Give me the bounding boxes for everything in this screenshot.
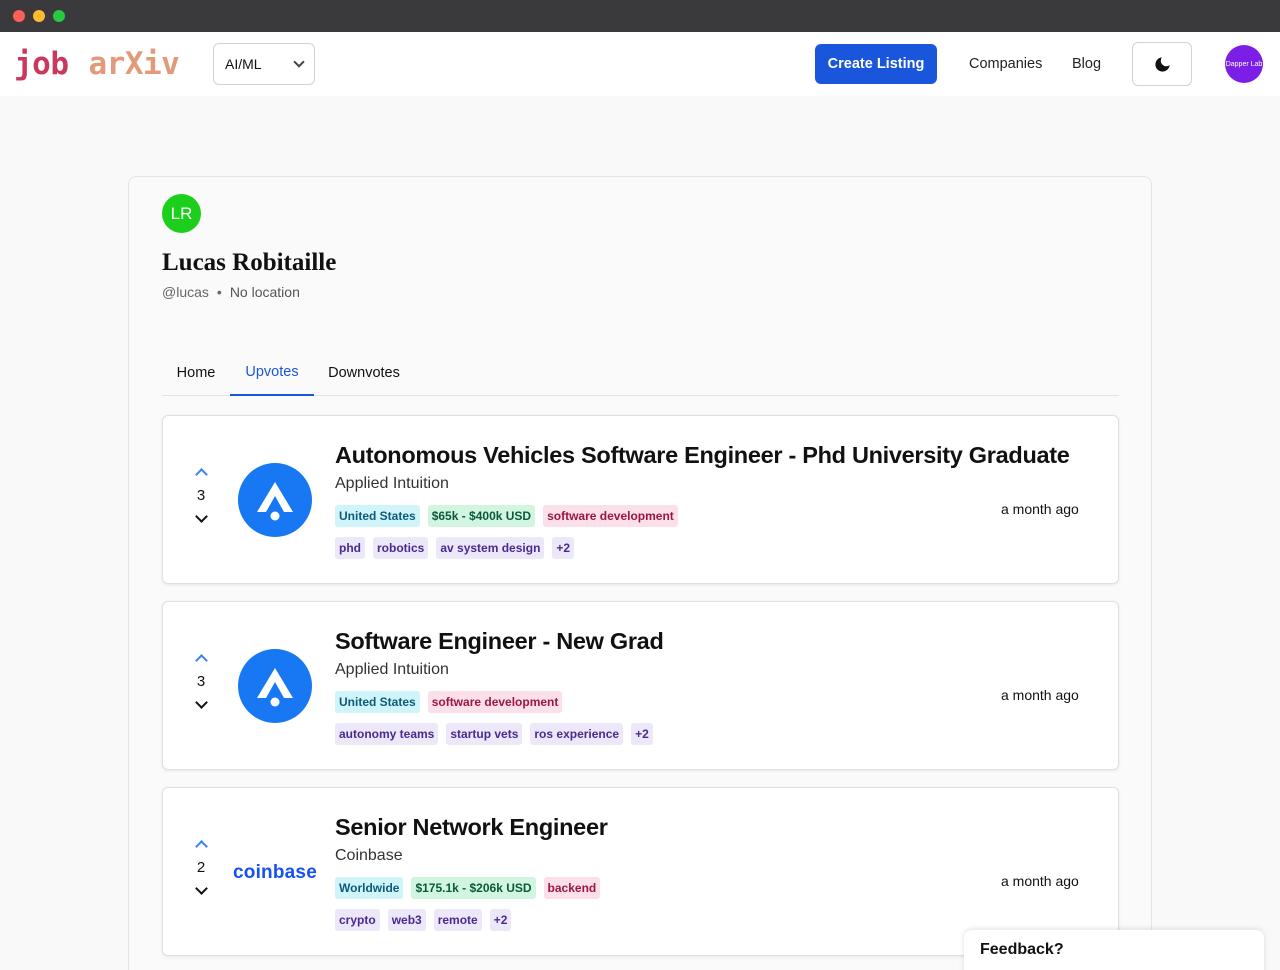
profile-handle: @lucas — [162, 284, 209, 300]
category-tag[interactable]: software development — [543, 505, 678, 527]
company-name: Coinbase — [335, 847, 403, 864]
vote-control: 2 — [189, 836, 213, 895]
minimize-window-button[interactable] — [33, 10, 45, 22]
more-tags-badge[interactable]: +2 — [489, 909, 512, 931]
skill-tag[interactable]: autonomy teams — [335, 723, 439, 745]
downvote-arrow-icon[interactable] — [194, 696, 208, 709]
vote-control: 3 — [189, 464, 213, 523]
maximize-window-button[interactable] — [53, 10, 65, 22]
moon-icon — [1154, 56, 1170, 72]
skill-tag-row: crypto web3 remote +2 — [335, 909, 512, 931]
tab-home[interactable]: Home — [162, 349, 230, 396]
location-tag[interactable]: United States — [335, 505, 420, 527]
theme-toggle-button[interactable] — [1132, 42, 1192, 86]
skill-tag[interactable]: crypto — [335, 909, 380, 931]
applied-intuition-icon — [257, 482, 293, 521]
profile-tabs: Home Upvotes Downvotes — [162, 349, 1119, 396]
site-logo[interactable]: job arXiv — [14, 46, 180, 82]
logo-arxiv: arXiv — [88, 46, 180, 82]
profile-meta: @lucas • No location — [162, 284, 300, 300]
profile-avatar: LR — [162, 194, 201, 233]
vote-count: 3 — [196, 673, 206, 690]
job-title[interactable]: Software Engineer - New Grad — [335, 628, 664, 655]
skill-tag[interactable]: av system design — [436, 537, 545, 559]
skill-tag-row: autonomy teams startup vets ros experien… — [335, 723, 653, 745]
tab-upvotes[interactable]: Upvotes — [230, 349, 314, 396]
user-avatar[interactable]: Dapper Lab — [1225, 45, 1263, 83]
job-title[interactable]: Senior Network Engineer — [335, 814, 608, 841]
applied-intuition-icon — [257, 668, 293, 707]
posted-time: a month ago — [1001, 501, 1079, 517]
close-window-button[interactable] — [13, 10, 25, 22]
vote-count: 3 — [196, 487, 206, 504]
posted-time: a month ago — [1001, 687, 1079, 703]
category-tag[interactable]: software development — [427, 691, 563, 713]
blog-link[interactable]: Blog — [1072, 56, 1101, 72]
posted-time: a month ago — [1001, 873, 1079, 889]
skill-tag[interactable]: ros experience — [530, 723, 624, 745]
company-name: Applied Intuition — [335, 661, 449, 678]
upvote-arrow-icon[interactable] — [194, 654, 208, 667]
location-tag[interactable]: United States — [335, 691, 420, 713]
downvote-arrow-icon[interactable] — [194, 882, 208, 895]
upvote-arrow-icon[interactable] — [194, 468, 208, 481]
salary-tag[interactable]: $65k - $400k USD — [427, 505, 536, 527]
more-tags-badge[interactable]: +2 — [631, 723, 653, 745]
category-tag[interactable]: backend — [543, 877, 601, 899]
vote-count: 2 — [196, 859, 206, 876]
job-card[interactable]: 3 Autonomous Vehicles Software Engineer … — [162, 415, 1119, 584]
profile-name: Lucas Robitaille — [162, 249, 337, 276]
downvote-arrow-icon[interactable] — [194, 510, 208, 523]
more-tags-badge[interactable]: +2 — [552, 537, 575, 559]
feedback-widget[interactable]: Feedback? — [964, 930, 1264, 970]
create-listing-button[interactable]: Create Listing — [815, 44, 937, 84]
location-tag[interactable]: Worldwide — [335, 877, 404, 899]
tab-downvotes[interactable]: Downvotes — [317, 349, 411, 396]
tag-row: United States software development — [335, 691, 563, 713]
skill-tag[interactable]: robotics — [373, 537, 429, 559]
companies-link[interactable]: Companies — [969, 56, 1042, 72]
top-navbar: job arXiv AI/ML Create Listing Companies… — [0, 32, 1280, 96]
category-select-value: AI/ML — [225, 56, 262, 72]
skill-tag-row: phd robotics av system design +2 — [335, 537, 575, 559]
company-name: Applied Intuition — [335, 475, 449, 492]
category-select[interactable]: AI/ML — [213, 43, 315, 85]
tag-row: United States $65k - $400k USD software … — [335, 505, 678, 527]
vote-control: 3 — [189, 650, 213, 709]
meta-separator: • — [216, 284, 222, 300]
window-titlebar — [0, 0, 1280, 32]
job-card[interactable]: 3 Software Engineer - New Grad Applied I… — [162, 601, 1119, 770]
applied-intuition-logo — [238, 649, 312, 723]
profile-card: LR Lucas Robitaille @lucas • No location… — [128, 176, 1152, 970]
profile-location: No location — [229, 284, 300, 300]
skill-tag[interactable]: startup vets — [446, 723, 523, 745]
skill-tag[interactable]: phd — [335, 537, 365, 559]
tag-row: Worldwide $175.1k - $206k USD backend — [335, 877, 601, 899]
skill-tag[interactable]: remote — [433, 909, 482, 931]
upvote-arrow-icon[interactable] — [194, 840, 208, 853]
chevron-down-icon — [293, 56, 305, 68]
skill-tag[interactable]: web3 — [387, 909, 426, 931]
salary-tag[interactable]: $175.1k - $206k USD — [411, 877, 536, 899]
coinbase-logo: coinbase — [233, 862, 317, 883]
job-title[interactable]: Autonomous Vehicles Software Engineer - … — [335, 442, 1070, 469]
logo-job: job — [14, 46, 69, 82]
applied-intuition-logo — [238, 463, 312, 537]
